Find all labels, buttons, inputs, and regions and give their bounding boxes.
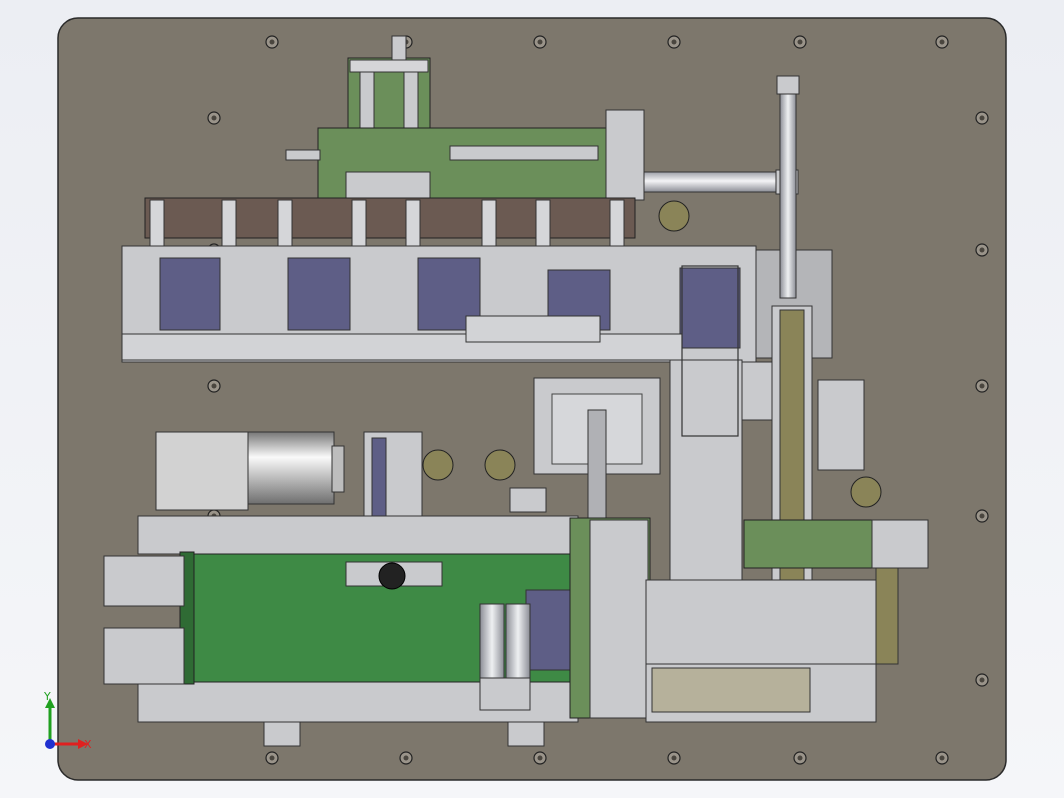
- mounting-foot: [509, 487, 547, 513]
- mounting-hole-center: [671, 755, 677, 761]
- cylinder-head-block: [605, 109, 645, 201]
- motor-end: [331, 445, 345, 493]
- right-olive-block: [875, 567, 899, 665]
- infeed-guide-top: [103, 555, 185, 607]
- vertical-rod: [779, 87, 797, 299]
- right-cylinder: [871, 519, 929, 569]
- slide-top-cap: [349, 59, 429, 73]
- mid-block: [465, 315, 601, 343]
- carriage-block: [345, 171, 431, 201]
- conveyor-frame-top: [137, 515, 579, 555]
- cylinder-rod-horizontal: [643, 171, 780, 193]
- motor-gearbox: [155, 431, 249, 511]
- cad-viewport[interactable]: X Y: [0, 0, 1064, 798]
- roller-disc: [422, 449, 454, 481]
- mounting-foot: [507, 721, 545, 747]
- roller-tube-2: [505, 603, 531, 683]
- mounting-hole-center: [979, 247, 985, 253]
- mounting-hole-center: [403, 755, 409, 761]
- right-bracket-top: [817, 379, 865, 471]
- mounting-hole-center: [979, 115, 985, 121]
- clamp-knob: [378, 562, 406, 590]
- horizontal-slide-rail: [449, 145, 599, 161]
- mounting-hole-center: [211, 115, 217, 121]
- infeed-guide-bottom: [103, 627, 185, 685]
- stopper-block: [479, 677, 531, 711]
- mounting-hole-center: [979, 383, 985, 389]
- roller-disc: [850, 476, 882, 508]
- mounting-hole-center: [797, 39, 803, 45]
- window-2: [287, 257, 351, 331]
- transfer-base: [645, 579, 887, 665]
- mounting-hole-center: [671, 39, 677, 45]
- center-stem: [587, 409, 607, 521]
- roller-tube-1: [479, 603, 505, 683]
- triad-x-label: X: [84, 738, 92, 751]
- window-5: [679, 267, 741, 349]
- transfer-slot-panel: [651, 667, 811, 713]
- mounting-hole-center: [537, 39, 543, 45]
- left-fitting: [285, 149, 321, 161]
- tall-vertical-plate: [669, 359, 743, 583]
- roller-disc: [658, 200, 690, 232]
- mounting-hole-center: [211, 383, 217, 389]
- window-1: [159, 257, 221, 331]
- slide-fitting: [391, 35, 407, 61]
- upper-frame[interactable]: [121, 245, 833, 363]
- blue-plate-conveyor: [525, 589, 573, 671]
- brown-bracket-bar: [144, 197, 636, 239]
- mounting-hole-center: [979, 513, 985, 519]
- triad-origin: [45, 739, 55, 749]
- triad-y-label: Y: [43, 690, 51, 703]
- mounting-foot: [263, 721, 301, 747]
- roller-disc: [484, 449, 516, 481]
- mounting-hole-center: [939, 755, 945, 761]
- mounting-hole-center: [797, 755, 803, 761]
- mounting-hole-center: [269, 39, 275, 45]
- motor-body: [247, 431, 335, 505]
- mounting-hole-center: [537, 755, 543, 761]
- transfer-block: [589, 519, 649, 719]
- vertical-rod-cap: [776, 75, 800, 95]
- mounting-hole-center: [939, 39, 945, 45]
- mounting-hole-center: [979, 677, 985, 683]
- mounting-hole-center: [269, 755, 275, 761]
